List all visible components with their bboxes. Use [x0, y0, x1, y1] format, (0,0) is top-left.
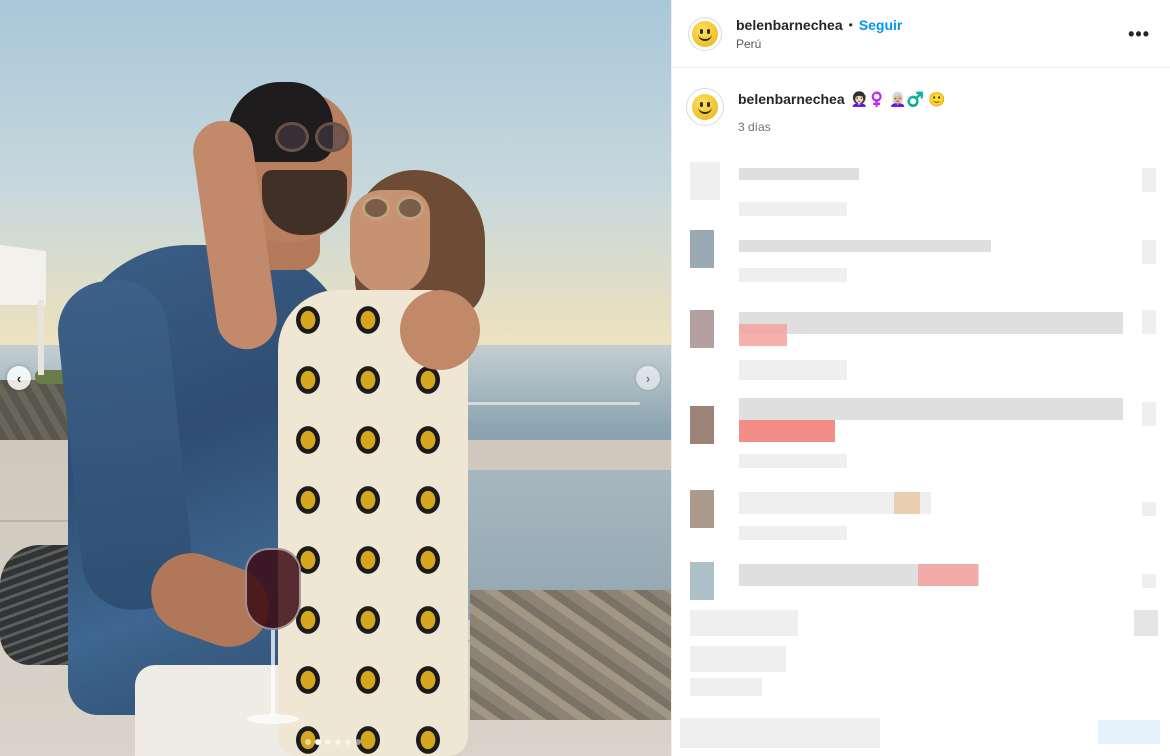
carousel-dot: [305, 739, 311, 745]
blurred-emoji: [918, 564, 978, 586]
blurred-emoji: [739, 420, 835, 442]
blurred-comment-text: [739, 312, 1123, 334]
blurred-comment-text: [690, 610, 798, 636]
blurred-avatar: [690, 230, 714, 268]
location-link[interactable]: Perú: [736, 37, 902, 51]
blurred-comment-text: [690, 646, 786, 672]
stone-wall: [470, 590, 671, 720]
blurred-comment-meta: [739, 268, 847, 282]
carousel-dot: [315, 739, 321, 745]
blurred-comment-meta: [739, 454, 847, 468]
carousel-next-button[interactable]: ›: [636, 366, 660, 390]
blurred-comment-text: [739, 398, 1123, 420]
carousel-dots: [305, 739, 361, 745]
carousel-prev-button[interactable]: ‹: [7, 366, 31, 390]
blurred-avatar: [690, 162, 720, 200]
header-username[interactable]: belenbarnechea: [736, 17, 843, 33]
caption-text: 👩🏻‍🦱♀️ 👩🏼‍🦳♂️ 🙂: [850, 91, 946, 107]
blurred-like-icon: [1142, 574, 1156, 588]
carousel-dot: [325, 739, 331, 745]
chevron-right-icon: ›: [645, 370, 651, 386]
blurred-action-bar: [680, 718, 880, 748]
blurred-emoji: [894, 492, 920, 514]
blurred-comment-text: [739, 240, 991, 252]
blurred-like-icon: [1142, 402, 1156, 426]
blurred-comment-meta: [690, 678, 762, 696]
post-timestamp[interactable]: 3 días: [738, 120, 946, 134]
more-options-icon[interactable]: •••: [1128, 24, 1150, 45]
blurred-action-button: [1098, 720, 1160, 744]
post-header: belenbarnechea • Seguir Perú •••: [672, 0, 1170, 68]
avatar[interactable]: [688, 16, 722, 51]
post-photo[interactable]: ‹ ›: [0, 0, 671, 756]
blurred-avatar: [690, 490, 714, 528]
blurred-emoji: [739, 324, 787, 346]
wine-glass: [242, 548, 304, 728]
smiley-icon: [692, 20, 718, 47]
woman-hand: [400, 290, 480, 370]
caption: belenbarnechea 👩🏻‍🦱♀️ 👩🏼‍🦳♂️ 🙂 3 días: [672, 68, 1170, 134]
blurred-like-icon: [1134, 610, 1158, 636]
blurred-comment-text: [739, 168, 859, 180]
caption-username[interactable]: belenbarnechea: [738, 91, 845, 107]
carousel-dot: [335, 739, 341, 745]
wave: [460, 402, 640, 405]
carousel-dot: [345, 739, 351, 745]
post-side-panel: belenbarnechea • Seguir Perú ••• belenba…: [671, 0, 1170, 756]
blurred-like-icon: [1142, 502, 1156, 516]
smiley-icon: [692, 94, 718, 120]
follow-button[interactable]: Seguir: [859, 17, 903, 33]
separator-dot: •: [848, 17, 853, 32]
blurred-comment-meta: [739, 202, 847, 216]
man-sunglasses: [275, 122, 353, 152]
blurred-avatar: [690, 406, 714, 444]
blurred-like-icon: [1142, 168, 1156, 192]
blurred-comment-meta: [739, 360, 847, 380]
cabana: [0, 245, 46, 375]
woman-sunglasses: [362, 196, 426, 222]
caption-avatar[interactable]: [686, 88, 724, 126]
blurred-avatar: [690, 310, 714, 348]
blurred-comment-meta: [739, 526, 847, 540]
chevron-left-icon: ‹: [16, 370, 22, 386]
blurred-avatar: [690, 562, 714, 600]
blurred-like-icon: [1142, 240, 1156, 264]
carousel-dot: [355, 739, 361, 745]
blurred-like-icon: [1142, 310, 1156, 334]
comments-list-blurred: [672, 150, 1170, 756]
